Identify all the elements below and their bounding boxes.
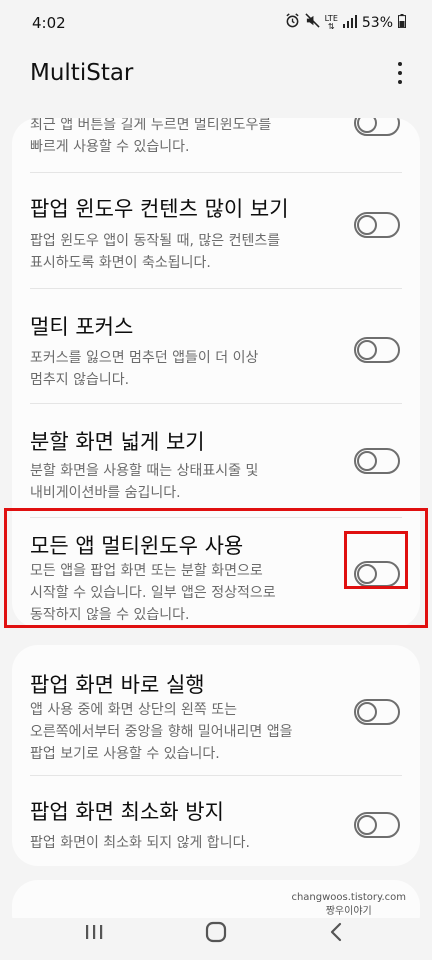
setting-title: 팝업 윈도우 컨텐츠 많이 보기 xyxy=(30,197,289,221)
toggle-switch[interactable] xyxy=(354,448,400,474)
battery-icon xyxy=(398,13,406,32)
more-options-button[interactable] xyxy=(394,60,406,86)
setting-description: 팝업 윈도우 앱이 동작될 때, 많은 컨텐츠를 표시하도록 화면이 축소됩니다… xyxy=(30,233,281,271)
setting-row-recent-apps[interactable]: 최근 앱 버튼을 길게 누르면 멀티윈도우를 빠르게 사용할 수 있습니다. xyxy=(12,118,420,172)
app-bar: MultiStar xyxy=(0,46,432,106)
toggle-knob xyxy=(357,702,377,722)
status-time: 4:02 xyxy=(32,14,66,32)
setting-description: 포커스를 잃으면 멈추던 앱들이 더 이상 멈추지 않습니다. xyxy=(30,350,259,388)
setting-row-popup-content[interactable]: 팝업 윈도우 컨텐츠 많이 보기 팝업 윈도우 앱이 동작될 때, 많은 컨텐츠… xyxy=(12,173,420,288)
status-bar: 4:02 LTE ⇅ 53% xyxy=(0,0,432,46)
setting-description: 분할 화면을 사용할 때는 상태표시줄 및 내비게이션바를 숨깁니다. xyxy=(30,463,259,501)
setting-description: 팝업 화면이 최소화 되지 않게 합니다. xyxy=(30,835,250,851)
highlight-toggle-annotation xyxy=(344,531,408,589)
toggle-knob xyxy=(357,118,377,133)
setting-row-prevent-minimize[interactable]: 팝업 화면 최소화 방지 팝업 화면이 최소화 되지 않게 합니다. xyxy=(12,776,420,866)
setting-row-split-wide[interactable]: 분할 화면 넓게 보기 분할 화면을 사용할 때는 상태표시줄 및 내비게이션바… xyxy=(12,404,420,517)
back-button[interactable] xyxy=(318,914,358,950)
recents-icon xyxy=(86,925,103,939)
toggle-switch[interactable] xyxy=(354,812,400,838)
home-icon xyxy=(205,921,227,943)
alarm-icon xyxy=(285,13,300,32)
toggle-switch[interactable] xyxy=(354,699,400,725)
navigation-bar xyxy=(0,900,432,960)
toggle-knob xyxy=(357,340,377,360)
recents-button[interactable] xyxy=(74,914,114,950)
setting-title: 팝업 화면 최소화 방지 xyxy=(30,800,224,824)
setting-row-popup-direct[interactable]: 팝업 화면 바로 실행 앱 사용 중에 화면 상단의 왼쪽 또는 오른쪽에서부터… xyxy=(12,645,420,775)
toggle-knob xyxy=(357,815,377,835)
home-button[interactable] xyxy=(196,914,236,950)
setting-row-multi-focus[interactable]: 멀티 포커스 포커스를 잃으면 멈추던 앱들이 더 이상 멈추지 않습니다. xyxy=(12,289,420,403)
toggle-knob xyxy=(357,215,377,235)
toggle-switch[interactable] xyxy=(354,212,400,238)
setting-description: 앱 사용 중에 화면 상단의 왼쪽 또는 오른쪽에서부터 중앙을 향해 밀어내리… xyxy=(30,702,293,762)
toggle-switch[interactable] xyxy=(354,118,400,136)
signal-icon xyxy=(342,14,357,32)
network-type: LTE xyxy=(324,13,338,23)
app-title: MultiStar xyxy=(30,60,134,86)
battery-percent: 53% xyxy=(361,14,393,31)
setting-title: 멀티 포커스 xyxy=(30,315,134,339)
back-icon xyxy=(330,922,342,942)
settings-card: 팝업 화면 바로 실행 앱 사용 중에 화면 상단의 왼쪽 또는 오른쪽에서부터… xyxy=(12,645,420,866)
setting-description: 최근 앱 버튼을 길게 누르면 멀티윈도우를 빠르게 사용할 수 있습니다. xyxy=(30,118,272,155)
toggle-switch[interactable] xyxy=(354,337,400,363)
status-icons: LTE ⇅ 53% xyxy=(285,13,406,32)
mute-icon xyxy=(304,13,320,32)
more-vertical-icon xyxy=(398,62,402,66)
setting-title: 분할 화면 넓게 보기 xyxy=(30,430,205,454)
toggle-knob xyxy=(357,451,377,471)
lte-icon: LTE ⇅ xyxy=(324,13,338,31)
setting-title: 팝업 화면 바로 실행 xyxy=(30,673,205,697)
